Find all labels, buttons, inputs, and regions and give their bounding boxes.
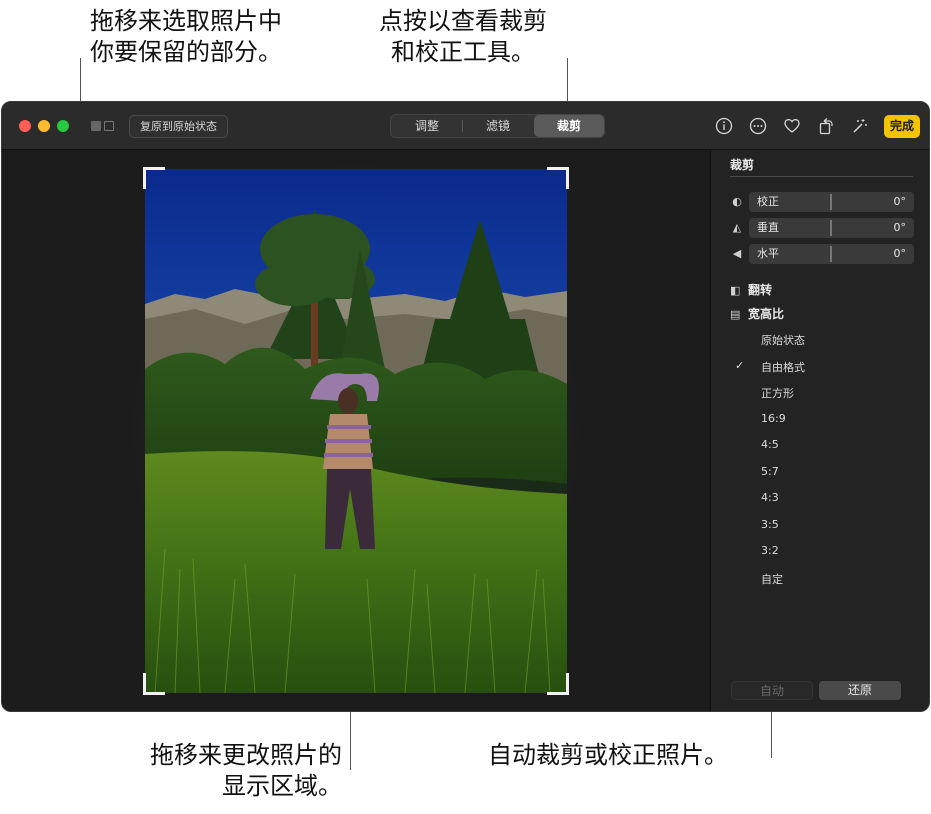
straighten-icon: ◐ xyxy=(732,195,742,208)
panel-title: 裁剪 xyxy=(730,158,755,172)
aspect-ratio-header[interactable]: ▤ 宽高比 xyxy=(730,305,784,322)
aspect-option-16-9[interactable]: 16:9 xyxy=(761,412,786,425)
photo-canvas xyxy=(2,150,710,711)
edit-mode-tabs: 调整 滤镜 裁剪 xyxy=(390,114,605,138)
tab-crop[interactable]: 裁剪 xyxy=(534,115,604,137)
horizontal-bar[interactable]: 水平 0° xyxy=(749,244,914,264)
aspect-option-original[interactable]: 原始状态 xyxy=(761,332,805,348)
horizontal-label: 水平 xyxy=(757,247,779,260)
checkmark-icon: ✓ xyxy=(735,359,745,372)
aspect-option-5-7[interactable]: 5:7 xyxy=(761,465,779,478)
revert-to-original-button[interactable]: 复原到原始状态 xyxy=(129,115,228,138)
crop-handle-top-left[interactable] xyxy=(143,167,165,189)
flip-button[interactable]: ◧ 翻转 xyxy=(730,281,772,298)
crop-handle-bottom-left[interactable] xyxy=(143,673,165,695)
magic-wand-icon[interactable] xyxy=(849,115,871,137)
callout-move-photo-line2: 显示区域。 xyxy=(222,772,342,800)
slider-horizontal[interactable]: ◀ 水平 0° xyxy=(730,244,914,264)
vertical-icon: ◭ xyxy=(732,221,742,234)
vertical-label: 垂直 xyxy=(757,221,779,234)
callout-select-area-line2: 你要保留的部分。 xyxy=(90,38,282,66)
callout-crop-tools-line2: 和校正工具。 xyxy=(391,38,535,66)
horizontal-value: 0° xyxy=(893,247,907,260)
straighten-label: 校正 xyxy=(757,195,779,208)
aspect-option-4-5[interactable]: 4:5 xyxy=(761,438,779,451)
callout-select-area: 拖移来选取照片中 你要保留的部分。 xyxy=(90,6,282,68)
aspect-ratio-icon: ▤ xyxy=(730,308,741,321)
more-icon[interactable] xyxy=(747,115,769,137)
horizontal-knob[interactable] xyxy=(830,246,832,262)
callout-crop-tools: 点按以查看裁剪 和校正工具。 xyxy=(364,6,562,68)
minimize-button[interactable] xyxy=(38,120,50,132)
rotate-icon[interactable] xyxy=(815,115,837,137)
callout-auto-line1: 自动裁剪或校正照片。 xyxy=(488,741,728,769)
aspect-option-4-3[interactable]: 4:3 xyxy=(761,491,779,504)
flip-icon: ◧ xyxy=(730,284,741,297)
slider-straighten[interactable]: ◐ 校正 0° xyxy=(730,192,914,212)
vertical-bar[interactable]: 垂直 0° xyxy=(749,218,914,238)
photo-crop-area[interactable] xyxy=(145,169,567,693)
auto-button[interactable]: 自动 xyxy=(731,681,813,700)
callout-crop-tools-line1: 点按以查看裁剪 xyxy=(379,7,547,35)
tab-filters[interactable]: 滤镜 xyxy=(463,115,533,137)
crop-handle-bottom-right[interactable] xyxy=(547,673,569,695)
reset-button[interactable]: 还原 xyxy=(819,681,901,700)
straighten-bar[interactable]: 校正 0° xyxy=(749,192,914,212)
tab-adjust[interactable]: 调整 xyxy=(392,115,462,137)
compare-toggle-icon[interactable] xyxy=(91,119,117,133)
callout-move-photo-line1: 拖移来更改照片的 xyxy=(150,741,342,769)
straighten-knob[interactable] xyxy=(830,194,832,210)
aspect-option-square[interactable]: 正方形 xyxy=(761,385,794,401)
crop-handle-top-right[interactable] xyxy=(547,167,569,189)
heart-icon[interactable] xyxy=(781,115,803,137)
flip-label: 翻转 xyxy=(748,283,773,297)
callout-move-photo: 拖移来更改照片的 显示区域。 xyxy=(120,740,342,802)
photos-edit-window: 复原到原始状态 调整 滤镜 裁剪 完成 裁剪 ◐ 校正 0° ◭ 垂直 0° ◀… xyxy=(1,101,930,712)
zoom-button[interactable] xyxy=(57,120,69,132)
aspect-option-3-2[interactable]: 3:2 xyxy=(761,544,779,557)
callout-auto: 自动裁剪或校正照片。 xyxy=(488,740,728,771)
slider-vertical[interactable]: ◭ 垂直 0° xyxy=(730,218,914,238)
close-button[interactable] xyxy=(19,120,31,132)
photo-image xyxy=(145,169,567,693)
aspect-option-freeform[interactable]: 自由格式 xyxy=(761,359,805,375)
panel-divider xyxy=(730,176,913,177)
done-button[interactable]: 完成 xyxy=(884,115,920,138)
aspect-ratio-label: 宽高比 xyxy=(748,307,785,321)
aspect-option-3-5[interactable]: 3:5 xyxy=(761,518,779,531)
callout-select-area-line1: 拖移来选取照片中 xyxy=(90,7,282,35)
toolbar: 复原到原始状态 调整 滤镜 裁剪 完成 xyxy=(2,102,929,150)
vertical-value: 0° xyxy=(893,221,907,234)
aspect-option-custom[interactable]: 自定 xyxy=(761,571,783,587)
horizontal-icon: ◀ xyxy=(732,247,742,260)
straighten-value: 0° xyxy=(893,195,907,208)
vertical-knob[interactable] xyxy=(830,220,832,236)
crop-panel: 裁剪 ◐ 校正 0° ◭ 垂直 0° ◀ 水平 0° ◧ 翻转 ▤ 宽高比 原始… xyxy=(710,150,929,711)
info-icon[interactable] xyxy=(713,115,735,137)
